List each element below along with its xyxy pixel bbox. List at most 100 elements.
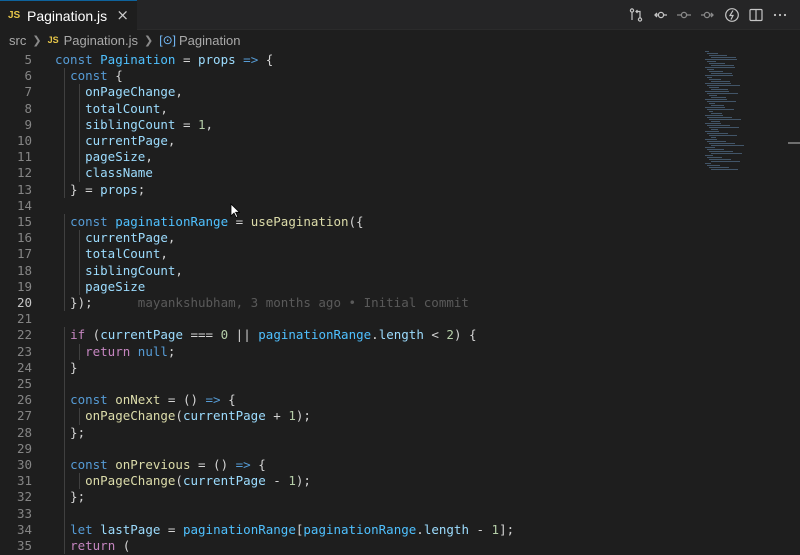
code-line[interactable]: 11 pageSize, (0, 149, 700, 165)
code-token: const (70, 68, 108, 84)
breadcrumb-file[interactable]: Pagination.js (64, 33, 138, 48)
close-icon[interactable]: × (116, 8, 129, 23)
code-line[interactable]: 5 const Pagination = props => { (0, 52, 700, 68)
line-number: 20 (16, 295, 32, 310)
code-line[interactable]: 21 (0, 311, 700, 327)
code-line[interactable]: 9 siblingCount = 1, (0, 117, 700, 133)
code-line[interactable]: 8 totalCount, (0, 101, 700, 117)
code-token: currentPage (100, 327, 183, 343)
code-token: ); (295, 473, 311, 489)
code-line[interactable]: 24 } (0, 360, 700, 376)
code-token: props (100, 181, 138, 197)
code-token: ( (175, 473, 183, 489)
code-text: let lastPage = paginationRange[paginatio… (55, 522, 514, 538)
minimap-line (709, 87, 719, 88)
chevron-right-icon: ❯ (144, 33, 154, 47)
minimap-line (707, 85, 740, 86)
indent-guide (79, 473, 81, 490)
scroll-position-indicator (788, 142, 800, 144)
line-number: 16 (16, 230, 32, 246)
go-live-icon[interactable] (720, 3, 744, 27)
minimap-line (707, 165, 720, 166)
code-line[interactable]: 25 (0, 376, 700, 392)
indent-guide (64, 214, 66, 312)
code-token: onPageChange (85, 408, 176, 424)
code-line[interactable]: 13 } = props; (0, 182, 700, 198)
code-line[interactable]: 16 currentPage, (0, 230, 700, 246)
breadcrumb-folder[interactable]: src (9, 33, 26, 48)
indent-guide (64, 327, 66, 555)
minimap[interactable] (705, 51, 785, 181)
code-token: return (70, 538, 116, 553)
git-commit-previous-icon[interactable] (648, 3, 672, 27)
minimap-line (707, 53, 718, 54)
code-text: } = props; (55, 182, 145, 198)
code-token: { (258, 52, 274, 67)
code-line[interactable]: 34 let lastPage = paginationRange[pagina… (0, 522, 700, 538)
code-token: 1 (288, 408, 296, 424)
breadcrumb-symbol[interactable]: Pagination (179, 33, 240, 48)
minimap-line (709, 95, 717, 96)
code-token: , (205, 116, 214, 132)
code-line[interactable]: 27 onPageChange(currentPage + 1); (0, 408, 700, 424)
tab-pagination-js[interactable]: JS Pagination.js × (0, 0, 137, 30)
line-number: 34 (16, 521, 32, 537)
code-line[interactable]: 10 currentPage, (0, 133, 700, 149)
code-line[interactable]: 23 return null; (0, 344, 700, 360)
indent-guide (79, 408, 81, 425)
split-editor-icon[interactable] (744, 3, 768, 27)
code-token: className (85, 165, 153, 181)
code-token: 2 (446, 327, 454, 343)
code-token: , (175, 84, 183, 100)
code-line[interactable]: 6 const { (0, 68, 700, 84)
code-line[interactable]: 31 onPageChange(currentPage - 1); (0, 473, 700, 489)
git-commit-next-icon[interactable] (696, 3, 720, 27)
code-token: usePagination (250, 214, 349, 229)
minimap-line (711, 121, 720, 122)
code-line[interactable]: 18 siblingCount, (0, 263, 700, 279)
code-token: , (160, 100, 168, 116)
code-text: const onPrevious = () => { (55, 457, 266, 473)
code-line[interactable]: 14 (0, 198, 700, 214)
minimap-line (705, 131, 719, 132)
more-actions-icon[interactable] (768, 3, 792, 27)
source-control-compare-icon[interactable] (624, 3, 648, 27)
minimap-line (707, 109, 734, 110)
code-token: currentPage (182, 473, 266, 489)
code-token: length (423, 521, 469, 537)
code-line[interactable]: 30 const onPrevious = () => { (0, 457, 700, 473)
code-token: Pagination (100, 52, 176, 67)
code-token: const (70, 214, 116, 229)
code-line[interactable]: 12 className (0, 165, 700, 181)
code-token: = (160, 521, 183, 537)
minimap-line (705, 123, 721, 124)
code-line[interactable]: 17 totalCount, (0, 246, 700, 262)
code-token: < (423, 327, 447, 343)
code-line[interactable]: 15 const paginationRange = usePagination… (0, 214, 700, 230)
code-token: null (137, 343, 168, 359)
code-token: . (416, 521, 424, 537)
code-line[interactable]: 32 }; (0, 489, 700, 505)
code-line[interactable]: 29 (0, 441, 700, 457)
code-line[interactable]: 28 }; (0, 425, 700, 441)
line-number: 6 (24, 68, 32, 84)
code-line[interactable]: 19 pageSize (0, 279, 700, 295)
minimap-line (711, 81, 730, 82)
minimap-line (705, 155, 713, 156)
git-commit-icon[interactable] (672, 3, 696, 27)
code-editor[interactable]: 5 const Pagination = props => {6 const {7… (0, 51, 800, 555)
code-line[interactable]: 20 }); mayankshubham, 3 months ago • Ini… (0, 295, 700, 311)
code-line[interactable]: 33 (0, 506, 700, 522)
code-line[interactable]: 7 onPageChange, (0, 84, 700, 100)
line-number: 11 (16, 149, 32, 165)
code-token: { (107, 68, 123, 84)
code-line[interactable]: 35 return ( (0, 538, 700, 554)
code-text: currentPage, (55, 133, 175, 149)
code-line[interactable]: 22 if (currentPage === 0 || paginationRa… (0, 327, 700, 343)
code-text: const { (55, 68, 123, 84)
code-line[interactable]: 26 const onNext = () => { (0, 392, 700, 408)
